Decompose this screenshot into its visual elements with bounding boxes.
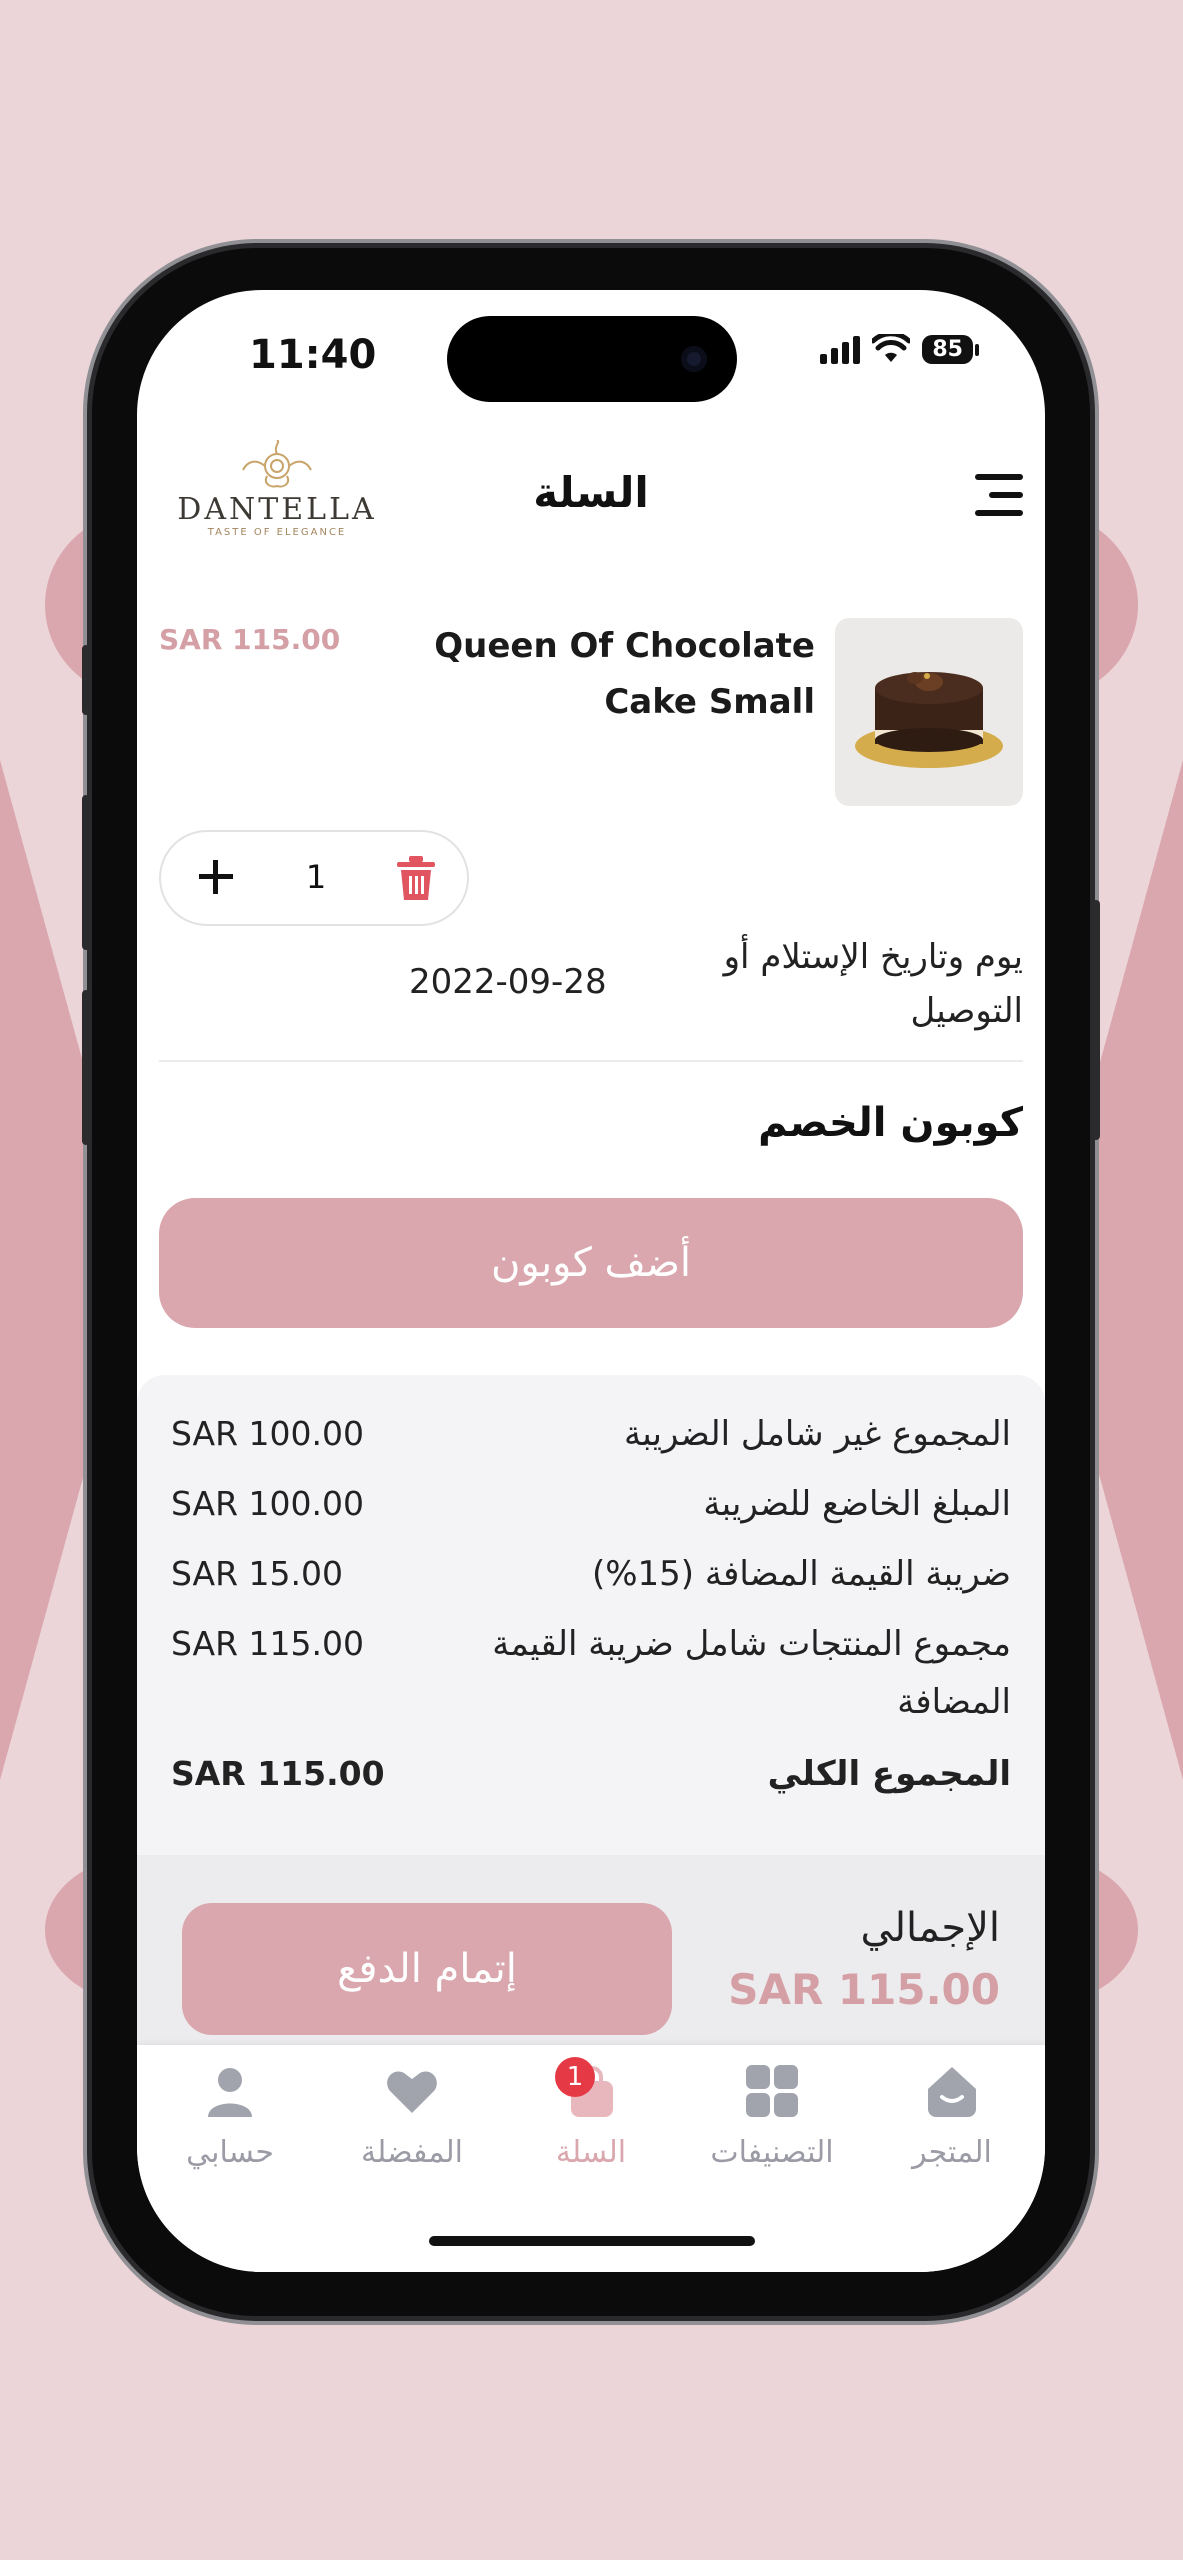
volume-down-button (82, 990, 90, 1145)
add-coupon-button[interactable]: أضف كوبون (159, 1198, 1023, 1328)
app-screen: 11:40 85 DANTELLA TASTE OF ELEGANCE السل… (137, 290, 1045, 2272)
heart-icon (384, 2063, 440, 2119)
tab-favorites[interactable]: المفضلة (322, 2063, 502, 2170)
bag-icon: 1 (555, 2057, 619, 2119)
signal-icon (820, 334, 861, 364)
tab-categories[interactable]: التصنيفات (682, 2063, 862, 2170)
status-time: 11:40 (249, 332, 377, 378)
quantity-stepper: 1 (159, 830, 469, 926)
summary-value: SAR 15.00 (171, 1554, 344, 1593)
silent-switch (82, 645, 90, 715)
checkout-button[interactable]: إتمام الدفع (182, 1903, 672, 2035)
product-price: SAR 115.00 (159, 623, 341, 656)
menu-button[interactable] (971, 470, 1027, 520)
cart-badge: 1 (555, 2057, 595, 2097)
summary-label: المبلغ الخاضع للضريبة (703, 1484, 1011, 1524)
summary-value: SAR 100.00 (171, 1484, 365, 1523)
summary-total-value: SAR 115.00 (171, 1754, 385, 1793)
dynamic-island (447, 316, 737, 402)
battery-indicator: 85 (922, 334, 979, 364)
tab-label: المتجر (912, 2135, 992, 2170)
quantity-value: 1 (305, 858, 327, 896)
store-icon (924, 2063, 980, 2119)
product-name-line2: Cake Small (604, 682, 815, 722)
grid-icon (744, 2063, 800, 2119)
tab-label: حسابي (186, 2135, 274, 2170)
summary-label: مجموع المنتجات شامل ضريبة القيمة المضافة (492, 1624, 1011, 1722)
product-name[interactable]: Queen Of Chocolate Cake Small (395, 618, 815, 730)
product-name-line1: Queen Of Chocolate (434, 626, 815, 666)
order-summary: المجموع غير شامل الضريبة SAR 100.00 المب… (137, 1375, 1045, 1855)
tab-label: السلة (555, 2135, 627, 2170)
hamburger-icon (975, 474, 1023, 516)
cake-image (855, 672, 1003, 768)
tab-cart[interactable]: 1 السلة (501, 2057, 681, 2170)
page-title: السلة (533, 468, 649, 517)
divider (159, 1060, 1023, 1062)
coupon-title: كوبون الخصم (758, 1100, 1023, 1146)
delivery-date-label: يوم وتاريخ الإستلام أو التوصيل (723, 937, 1023, 1031)
delivery-date-value[interactable]: 2022-09-28 (409, 962, 607, 1002)
logo-tagline: TASTE OF ELEGANCE (207, 527, 347, 538)
home-indicator[interactable] (429, 2236, 755, 2246)
grand-total-value: SAR 115.00 (728, 1965, 1000, 2014)
increase-quantity-button[interactable] (191, 852, 241, 902)
summary-total-label: المجموع الكلي (767, 1754, 1011, 1794)
person-icon (202, 2063, 258, 2119)
product-image[interactable] (835, 618, 1023, 806)
summary-label: ضريبة القيمة المضافة (15%) (591, 1554, 1011, 1594)
summary-value: SAR 115.00 (171, 1624, 365, 1663)
tab-store[interactable]: المتجر (862, 2063, 1042, 2170)
remove-item-button[interactable] (393, 854, 439, 904)
power-button (1092, 900, 1100, 1140)
summary-label: المجموع غير شامل الضريبة (624, 1414, 1011, 1454)
camera-icon (681, 346, 707, 372)
checkout-bar: إتمام الدفع الإجمالي SAR 115.00 (137, 1855, 1045, 2055)
grand-total-label: الإجمالي (860, 1905, 1001, 1951)
tab-label: التصنيفات (710, 2135, 834, 2170)
tab-account[interactable]: حسابي (140, 2063, 320, 2170)
plus-icon (199, 860, 233, 894)
trash-icon (397, 856, 435, 900)
wifi-icon (872, 334, 911, 362)
status-icons: 85 (820, 334, 979, 364)
volume-up-button (82, 795, 90, 950)
summary-value: SAR 100.00 (171, 1414, 365, 1453)
tab-label: المفضلة (360, 2135, 464, 2170)
